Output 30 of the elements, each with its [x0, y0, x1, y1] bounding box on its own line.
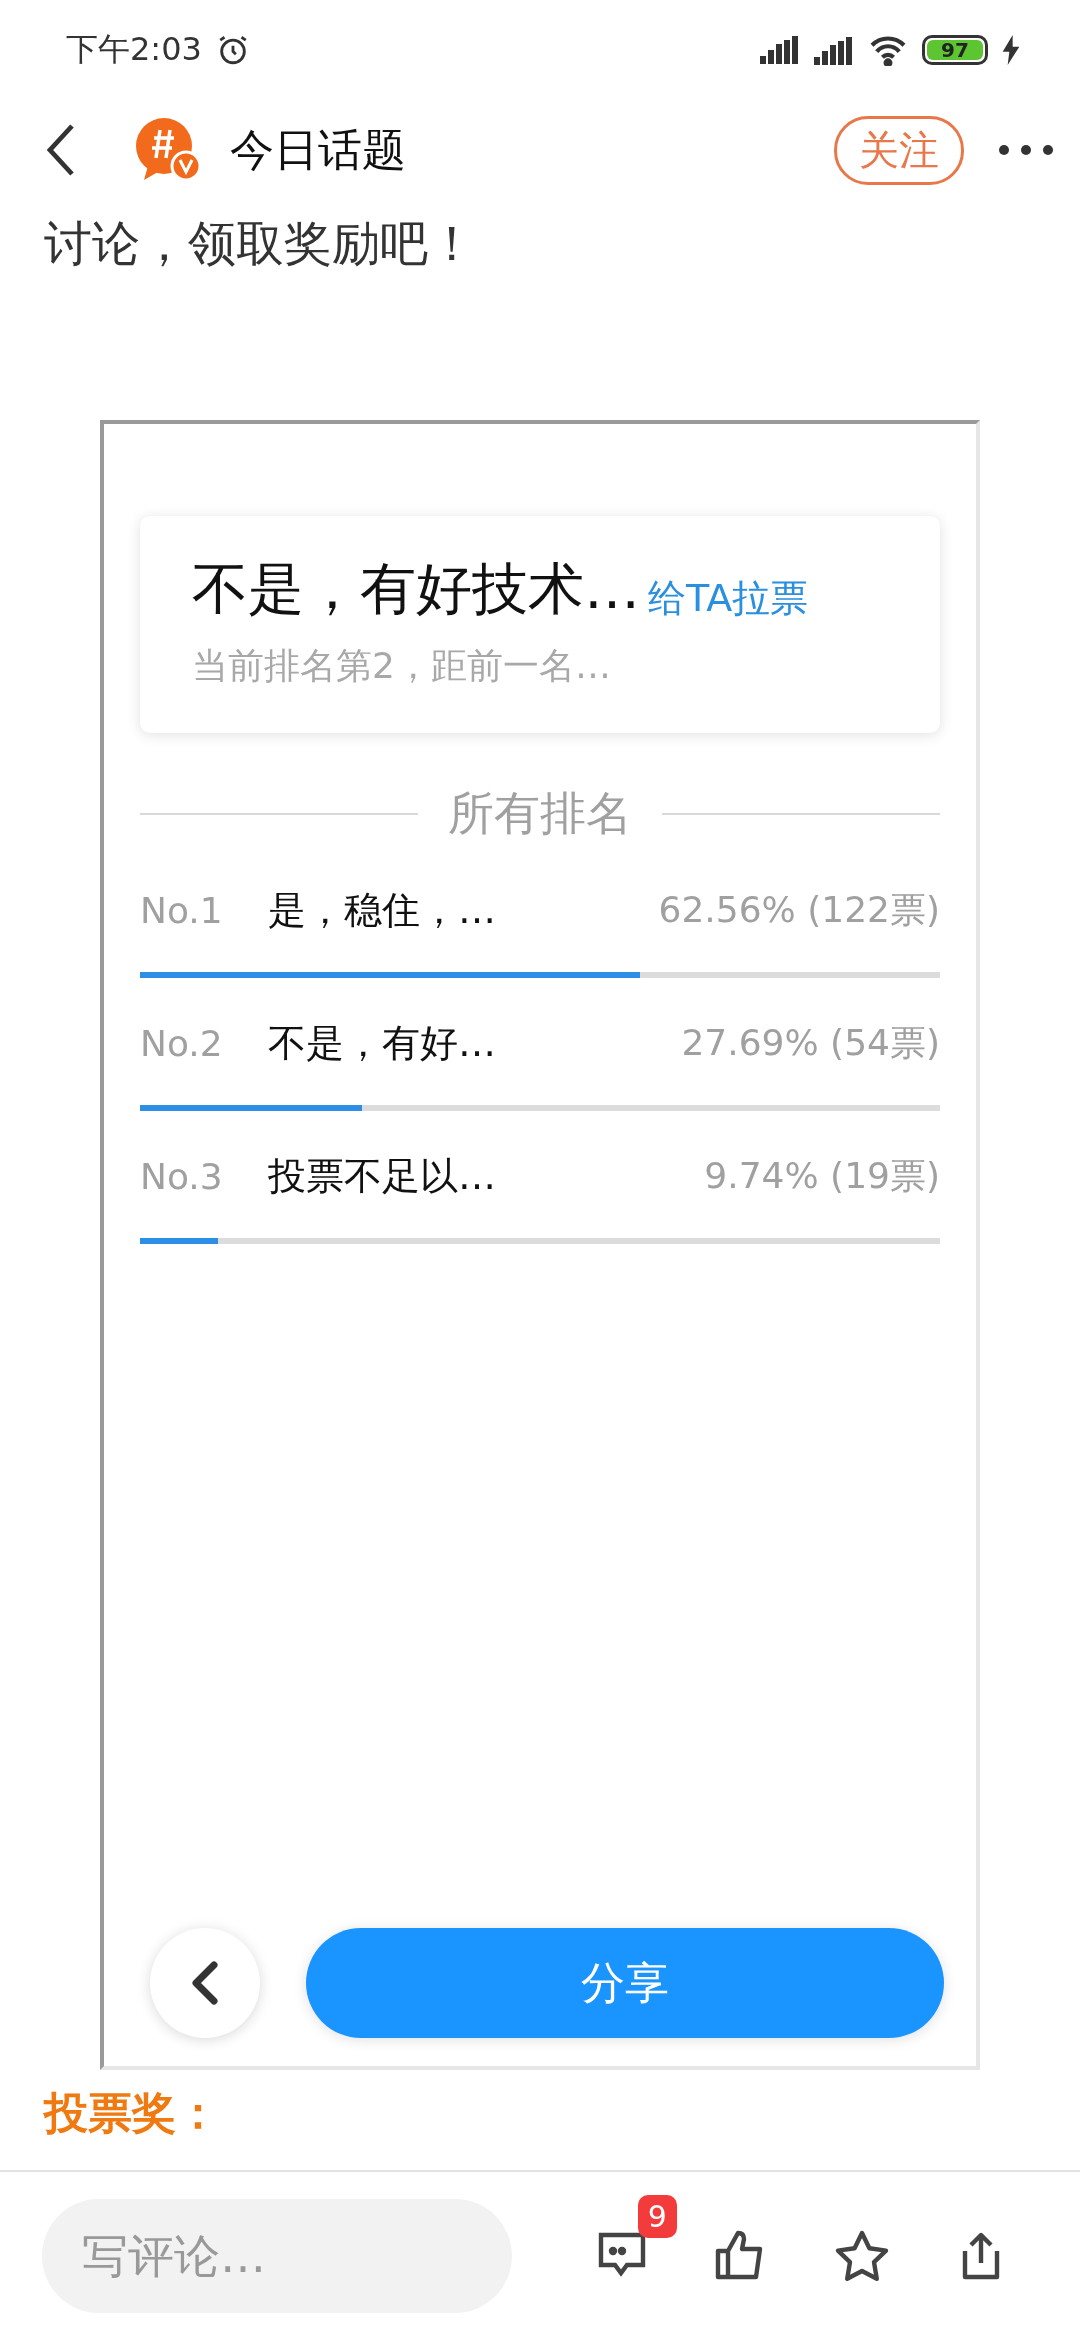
- rank-number: No.2: [140, 1023, 224, 1064]
- rank-detail: 当前排名第2，距前一名…: [192, 644, 612, 688]
- more-icon[interactable]: [998, 144, 1054, 156]
- signal-icon: [814, 35, 854, 65]
- vote-result: 62.56% (122票): [658, 888, 940, 932]
- signal-icon: [760, 36, 800, 64]
- rank-number: No.1: [140, 890, 224, 931]
- follow-button[interactable]: 关注: [834, 115, 964, 185]
- comment-field[interactable]: 写评论…: [42, 2199, 512, 2313]
- rank-number: No.3: [140, 1156, 224, 1197]
- option-name: 是，稳住，…: [268, 887, 497, 934]
- star-icon: [833, 2229, 890, 2283]
- charging-icon: [1002, 35, 1020, 65]
- wifi-icon: [868, 34, 908, 66]
- vote-result: 9.74% (19票): [704, 1154, 940, 1198]
- intro-text: 讨论，领取奖励吧！: [43, 214, 477, 273]
- vote-result: 27.69% (54票): [681, 1021, 940, 1065]
- option-name: 不是，有好…: [268, 1020, 497, 1067]
- option-name: 投票不足以…: [268, 1153, 497, 1200]
- section-heading: 投票奖：: [42, 2086, 221, 2140]
- back-icon[interactable]: [46, 124, 76, 176]
- chevron-left-icon: [192, 1961, 218, 2005]
- vote-link[interactable]: 给TA拉票: [648, 573, 809, 628]
- battery-level: 97: [927, 40, 983, 60]
- section-title: 所有排名: [448, 785, 632, 842]
- page-title: 今日话题: [230, 122, 407, 177]
- comment-count-badge: 9: [637, 2195, 677, 2238]
- status-time: 下午2:03: [66, 29, 202, 70]
- share-button[interactable]: 分享: [306, 1928, 944, 2038]
- option-title: 不是，有好技术…: [192, 555, 640, 623]
